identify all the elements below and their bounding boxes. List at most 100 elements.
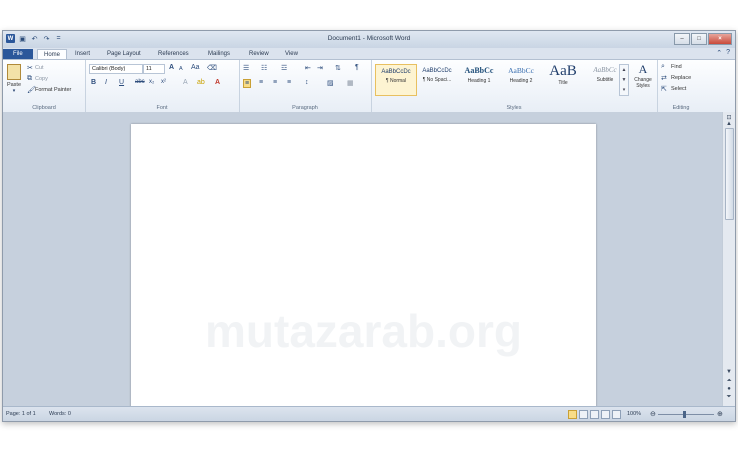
format-painter-label[interactable]: Format Painter <box>35 87 71 93</box>
style-no-spacing[interactable]: AaBbCcDc ¶ No Spaci... <box>417 64 457 94</box>
style-preview: AaBbCcDc <box>381 69 411 75</box>
decrease-indent-icon[interactable]: ⇤ <box>305 64 311 72</box>
font-size-dropdown[interactable]: 11 <box>143 64 165 74</box>
tab-page-layout[interactable]: Page Layout <box>101 49 147 59</box>
replace-icon[interactable]: ⇄ <box>661 74 667 82</box>
clipboard-group-label: Clipboard <box>32 105 56 111</box>
zoom-slider-knob[interactable] <box>683 411 686 418</box>
maximize-button[interactable]: □ <box>691 33 707 45</box>
tab-file[interactable]: File <box>3 49 33 59</box>
font-group: Calibri (Body) 11 A A Aa ⌫ B I U abc x₂ … <box>85 60 240 112</box>
web-layout-icon[interactable] <box>590 410 599 419</box>
strikethrough-button[interactable]: abc <box>135 79 145 85</box>
style-name: ¶ No Spaci... <box>422 77 452 83</box>
editing-group-label: Editing <box>672 105 690 111</box>
find-icon[interactable]: ⌕ <box>661 63 665 71</box>
paragraph-group-label: Paragraph <box>292 105 318 111</box>
ribbon-tabs: File Home Insert Page Layout References … <box>3 48 735 60</box>
text-effects-icon[interactable]: A <box>183 79 188 86</box>
align-center-icon[interactable]: ≡ <box>259 79 263 86</box>
italic-button[interactable]: I <box>105 79 107 86</box>
zoom-in-icon[interactable]: ⊕ <box>717 410 723 418</box>
document-page[interactable]: mutazarab.org <box>131 124 596 414</box>
tab-review[interactable]: Review <box>243 49 275 59</box>
bullets-icon[interactable]: ☰ <box>243 64 249 72</box>
title-bar: W ▣ ↶ ↷ = Document1 - Microsoft Word – □… <box>3 31 735 49</box>
scroll-thumb[interactable] <box>725 128 734 220</box>
window-title: Document1 - Microsoft Word <box>327 35 411 42</box>
numbering-icon[interactable]: ☷ <box>261 64 267 72</box>
document-area: mutazarab.org <box>3 112 723 414</box>
align-right-icon[interactable]: ≡ <box>273 79 277 86</box>
paragraph-group: ☰ ☷ ☲ ⇤ ⇥ ⇅ ¶ ≡ ≡ ≡ ≡ ↕ ▨ ▦ Paragraph <box>239 60 372 112</box>
highlight-color-icon[interactable]: ab <box>197 79 205 86</box>
shading-icon[interactable]: ▨ <box>327 79 334 87</box>
tab-insert[interactable]: Insert <box>69 49 96 59</box>
change-styles-label: Change Styles <box>634 77 652 89</box>
style-heading-2[interactable]: AaBbCc Heading 2 <box>501 64 541 94</box>
cut-label[interactable]: Cut <box>35 65 44 71</box>
browse-object-icon[interactable]: ● <box>724 386 734 392</box>
cut-icon[interactable]: ✂ <box>27 64 33 72</box>
tab-mailings[interactable]: Mailings <box>202 49 236 59</box>
subscript-button[interactable]: x₂ <box>149 79 154 85</box>
font-name-dropdown[interactable]: Calibri (Body) <box>89 64 143 74</box>
previous-page-icon[interactable]: ⏶ <box>724 378 734 385</box>
next-page-icon[interactable]: ⏷ <box>724 394 734 401</box>
shrink-font-icon[interactable]: A <box>179 66 183 72</box>
tab-view[interactable]: View <box>279 49 304 59</box>
multilevel-list-icon[interactable]: ☲ <box>281 64 287 72</box>
close-button[interactable]: × <box>708 33 732 45</box>
styles-scroll-buttons[interactable]: ▲ ▼ ▾ <box>619 64 629 96</box>
print-layout-view-icon[interactable] <box>568 410 577 419</box>
style-name: Heading 1 <box>467 78 491 84</box>
paste-button[interactable]: Paste ▾ <box>6 64 22 94</box>
underline-button[interactable]: U <box>119 79 124 86</box>
status-bar: Page: 1 of 1 Words: 0 100% ⊖ ⊕ <box>3 406 735 421</box>
sort-icon[interactable]: ⇅ <box>335 64 341 72</box>
outline-view-icon[interactable] <box>601 410 610 419</box>
find-label[interactable]: Find <box>671 64 682 70</box>
change-styles-button[interactable]: A Change Styles <box>629 62 657 89</box>
watermark: mutazarab.org <box>205 305 522 357</box>
font-color-icon[interactable]: A <box>215 79 220 86</box>
minimize-button[interactable]: – <box>674 33 690 45</box>
window-controls: – □ × <box>674 33 732 45</box>
zoom-level[interactable]: 100% <box>627 411 641 417</box>
word-window: W ▣ ↶ ↷ = Document1 - Microsoft Word – □… <box>2 30 736 422</box>
style-title[interactable]: AaB Title <box>543 63 583 94</box>
change-case-icon[interactable]: Aa <box>191 64 200 71</box>
select-label[interactable]: Select <box>671 86 686 92</box>
ribbon-help-area: ⌃ ? <box>716 49 730 57</box>
select-icon[interactable]: ⇱ <box>661 85 667 93</box>
page-count[interactable]: Page: 1 of 1 <box>6 411 36 417</box>
increase-indent-icon[interactable]: ⇥ <box>317 64 323 72</box>
full-screen-reading-icon[interactable] <box>579 410 588 419</box>
vertical-scrollbar[interactable]: ⊡ ▲ ▼ ⏶ ● ⏷ <box>722 112 735 406</box>
style-normal[interactable]: AaBbCcDc ¶ Normal <box>375 64 417 96</box>
help-icon[interactable]: ? <box>726 49 730 57</box>
zoom-out-icon[interactable]: ⊖ <box>650 410 656 418</box>
style-heading-1[interactable]: AaBbCc Heading 1 <box>459 64 499 94</box>
justify-icon[interactable]: ≡ <box>287 79 291 86</box>
ruler-toggle-icon[interactable]: ⊡ <box>724 114 734 121</box>
grow-font-icon[interactable]: A <box>169 64 174 71</box>
scroll-up-icon[interactable]: ▲ <box>724 121 734 127</box>
draft-view-icon[interactable] <box>612 410 621 419</box>
word-count[interactable]: Words: 0 <box>49 411 71 417</box>
clear-formatting-icon[interactable]: ⌫ <box>207 64 217 72</box>
line-spacing-icon[interactable]: ↕ <box>305 79 309 86</box>
bold-button[interactable]: B <box>91 79 96 86</box>
show-marks-icon[interactable]: ¶ <box>355 64 359 71</box>
scroll-down-icon[interactable]: ▼ <box>724 369 734 375</box>
zoom-slider[interactable] <box>658 414 714 415</box>
align-left-icon[interactable]: ≡ <box>243 79 252 88</box>
minimize-ribbon-icon[interactable]: ⌃ <box>716 49 722 57</box>
copy-label[interactable]: Copy <box>35 76 48 82</box>
tab-references[interactable]: References <box>152 49 195 59</box>
styles-group: AaBbCcDc ¶ Normal AaBbCcDc ¶ No Spaci...… <box>371 60 658 112</box>
copy-icon[interactable]: ⧉ <box>27 75 32 83</box>
borders-icon[interactable]: ▦ <box>347 79 354 87</box>
replace-label[interactable]: Replace <box>671 75 691 81</box>
superscript-button[interactable]: x² <box>161 79 166 85</box>
